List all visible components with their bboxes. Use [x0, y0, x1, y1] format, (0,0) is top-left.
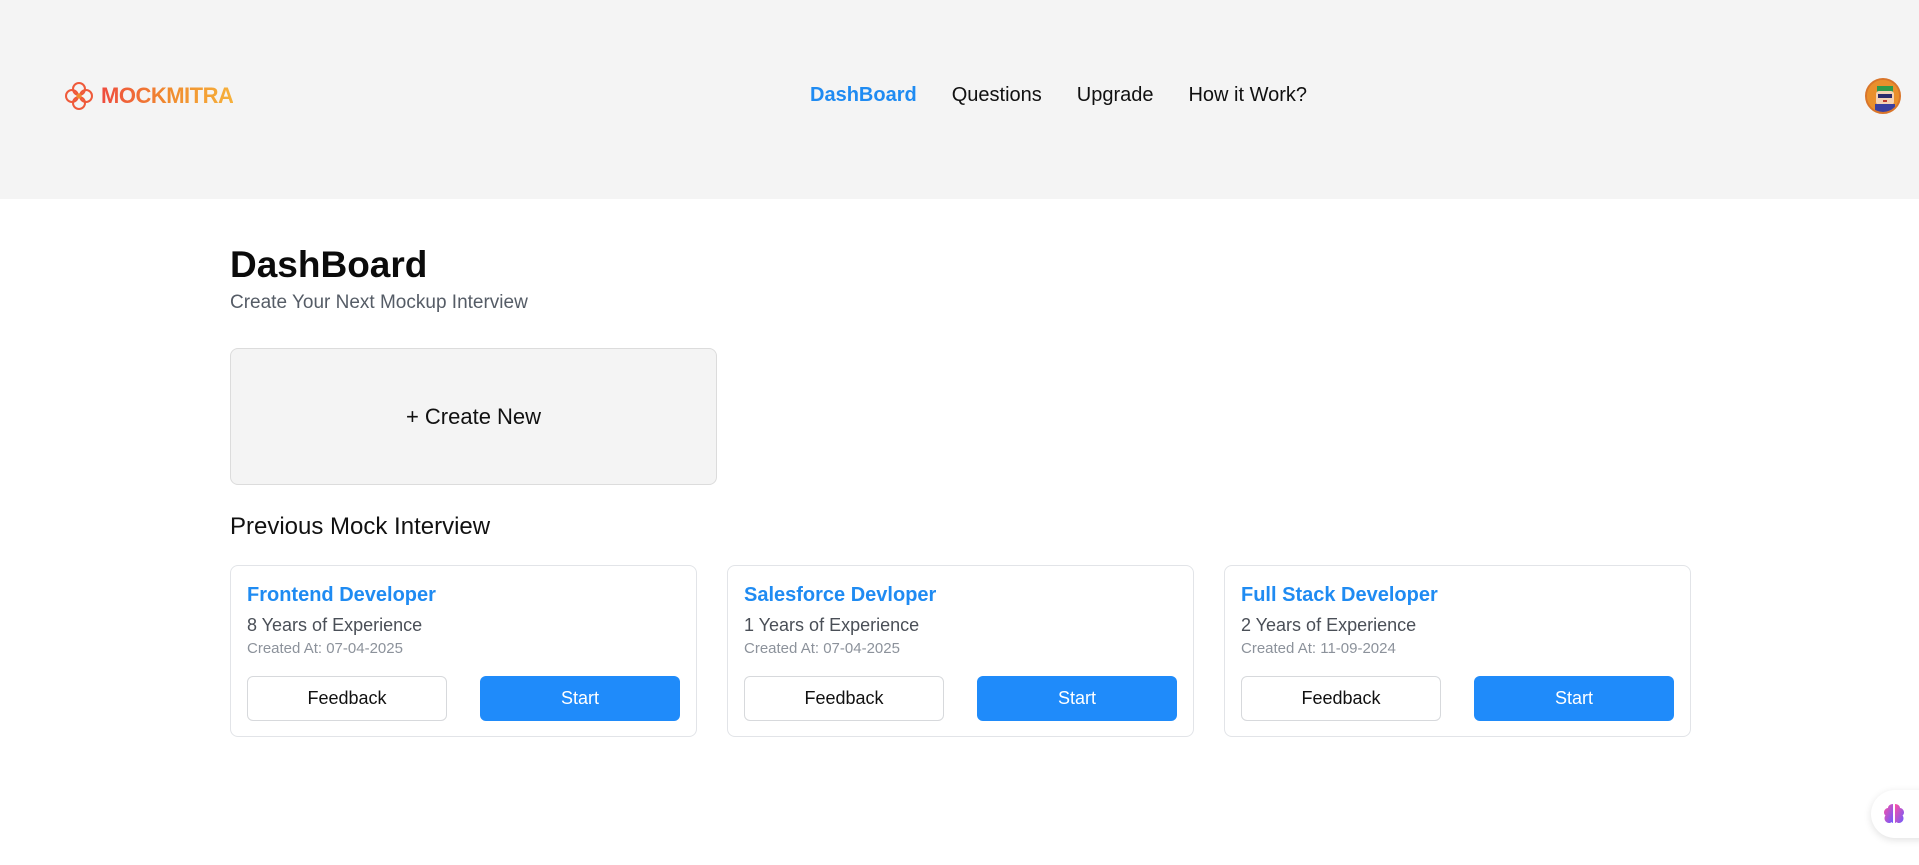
create-new-card[interactable]: + Create New — [230, 348, 717, 485]
card-actions: Feedback Start — [744, 676, 1177, 721]
interview-role: Salesforce Devloper — [744, 584, 937, 606]
page-title: DashBoard — [230, 244, 428, 285]
interview-experience: 2 Years of Experience — [1241, 615, 1417, 635]
assistant-widget-button[interactable] — [1871, 790, 1919, 838]
interview-card: Salesforce Devloper 1 Years of Experienc… — [727, 565, 1194, 737]
interview-created-date: Created At: 11-09-2024 — [1241, 640, 1396, 657]
interview-card: Full Stack Developer 2 Years of Experien… — [1224, 565, 1691, 737]
nav-dashboard[interactable]: DashBoard — [810, 84, 917, 107]
interview-role: Full Stack Developer — [1241, 584, 1438, 606]
interview-created-date: Created At: 07-04-2025 — [247, 640, 403, 657]
interview-experience: 1 Years of Experience — [744, 615, 920, 635]
feedback-button[interactable]: Feedback — [744, 676, 944, 721]
nav-questions[interactable]: Questions — [952, 84, 1042, 107]
interview-created-date: Created At: 07-04-2025 — [744, 640, 900, 657]
start-button[interactable]: Start — [977, 676, 1177, 721]
user-avatar-icon[interactable] — [1865, 78, 1901, 114]
feedback-button[interactable]: Feedback — [247, 676, 447, 721]
interview-list: Frontend Developer 8 Years of Experience… — [230, 565, 1691, 737]
dashboard-main: DashBoard Create Your Next Mockup Interv… — [230, 244, 1691, 737]
nav-how-it-works[interactable]: How it Work? — [1188, 84, 1307, 107]
start-button[interactable]: Start — [1474, 676, 1674, 721]
main-nav: DashBoard Questions Upgrade How it Work? — [810, 84, 1307, 107]
card-actions: Feedback Start — [1241, 676, 1674, 721]
nav-upgrade[interactable]: Upgrade — [1077, 84, 1154, 107]
start-button[interactable]: Start — [480, 676, 680, 721]
brain-icon — [1884, 804, 1904, 823]
feedback-button[interactable]: Feedback — [1241, 676, 1441, 721]
card-actions: Feedback Start — [247, 676, 680, 721]
interview-role: Frontend Developer — [247, 584, 436, 606]
interview-experience: 8 Years of Experience — [247, 615, 423, 635]
flower-logo-icon — [65, 82, 93, 110]
brand-logo[interactable]: MOCKMITRA — [63, 80, 234, 112]
interview-card: Frontend Developer 8 Years of Experience… — [230, 565, 697, 737]
create-new-label: + Create New — [405, 403, 542, 429]
page-subtitle: Create Your Next Mockup Interview — [230, 291, 528, 313]
previous-interviews-title: Previous Mock Interview — [230, 513, 491, 540]
brand-name: MOCKMITRA — [101, 83, 234, 108]
top-header: MOCKMITRA DashBoard Questions Upgrade Ho… — [0, 0, 1919, 199]
